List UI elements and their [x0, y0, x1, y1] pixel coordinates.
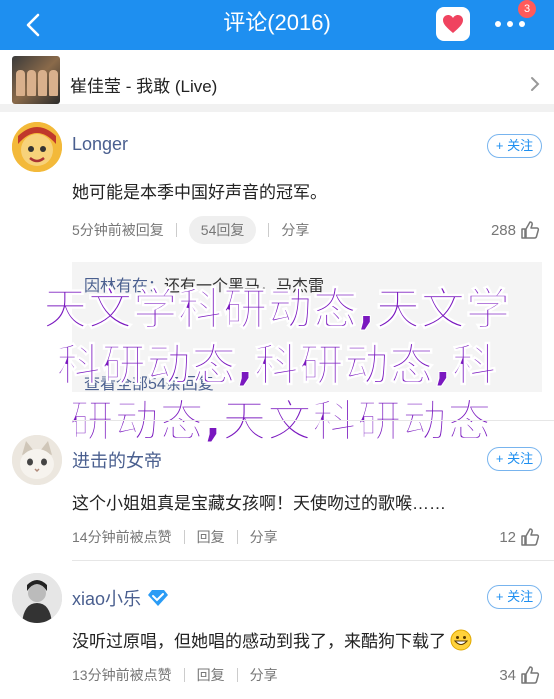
thumbs-up-icon [521, 528, 540, 546]
thumbs-up-icon [521, 221, 540, 239]
comment-text: 没听过原唱，但她唱的感动到我了，来酷狗下载了 [72, 627, 472, 652]
page-title: 评论(2016) [223, 10, 331, 35]
divider [236, 668, 238, 682]
follow-button[interactable]: + 关注 [487, 447, 542, 471]
like-button[interactable]: 12 [499, 527, 540, 547]
avatar[interactable] [12, 573, 62, 623]
reply-line: 因林有在：还有一个黑马，马杰雷 [84, 272, 324, 296]
like-button[interactable]: 34 [499, 665, 540, 685]
album-cover [12, 56, 60, 104]
reply-button[interactable]: 54回复 [188, 216, 257, 244]
notification-badge: 3 [518, 0, 536, 18]
reply-text: 还有一个黑马，马杰雷 [164, 278, 325, 295]
comment-time: 5分钟前被回复 [72, 222, 164, 238]
avatar[interactable] [12, 435, 62, 485]
heart-icon [443, 15, 463, 33]
follow-button[interactable]: + 关注 [487, 585, 542, 609]
like-button[interactable]: 288 [491, 220, 540, 240]
comment-meta: 5分钟前被回复 54回复 分享 [72, 216, 309, 244]
grinning-emoji-icon [450, 629, 472, 650]
favorite-button[interactable] [436, 7, 470, 41]
comment-item: xiao小乐 + 关注 没听过原唱，但她唱的感动到我了，来酷狗下载了 13分钟前… [0, 565, 554, 699]
thumbs-up-icon [521, 666, 540, 684]
username-text: xiao小乐 [72, 589, 142, 609]
comment-meta: 13分钟前被点赞 回复 分享 [72, 665, 278, 685]
verified-diamond-icon [148, 590, 169, 606]
person-avatar-icon [12, 573, 62, 623]
reply-preview[interactable]: 因林有在：还有一个黑马，马杰雷 查看全部54条回复 [72, 262, 542, 394]
comment-meta: 14分钟前被点赞 回复 分享 [72, 527, 278, 547]
like-count: 34 [499, 666, 516, 684]
username[interactable]: 进击的女帝 [72, 447, 162, 473]
more-dots-icon [495, 21, 525, 27]
username[interactable]: Longer [72, 134, 128, 155]
share-button[interactable]: 分享 [250, 527, 278, 547]
divider [183, 530, 185, 544]
song-title: 崔佳莹 - 我敢 (Live) [70, 77, 218, 96]
reply-button[interactable]: 回复 [197, 527, 225, 547]
comment-text-content: 没听过原唱，但她唱的感动到我了，来酷狗下载了 [72, 632, 446, 651]
divider [72, 420, 554, 421]
share-button[interactable]: 分享 [250, 665, 278, 685]
reply-username[interactable]: 因林有在： [84, 278, 164, 295]
reply-button[interactable]: 回复 [197, 665, 225, 685]
username[interactable]: xiao小乐 [72, 585, 169, 611]
divider [268, 223, 270, 237]
follow-button[interactable]: + 关注 [487, 134, 542, 158]
avatar[interactable] [12, 122, 62, 172]
like-count: 12 [499, 528, 516, 546]
top-bar: 评论(2016) 3 [0, 0, 554, 50]
share-button[interactable]: 分享 [281, 220, 309, 240]
like-count: 288 [490, 221, 516, 239]
song-row[interactable]: 崔佳莹 - 我敢 (Live) [0, 50, 554, 112]
chevron-right-icon [531, 77, 540, 91]
cartoon-avatar-icon [12, 122, 62, 172]
view-all-replies-link[interactable]: 查看全部54条回复 [84, 370, 214, 394]
divider [236, 530, 238, 544]
comment-time: 13分钟前被点赞 [72, 667, 172, 683]
comment-item: 进击的女帝 + 关注 这个小姐姐真是宝藏女孩啊！天使吻过的歌喉…… 14分钟前被… [0, 425, 554, 565]
divider [175, 223, 177, 237]
divider [72, 560, 554, 561]
comment-text: 这个小姐姐真是宝藏女孩啊！天使吻过的歌喉…… [72, 494, 446, 513]
comment-text: 她可能是本季中国好声音的冠军。 [72, 183, 327, 202]
divider [183, 668, 185, 682]
cat-avatar-icon [12, 435, 62, 485]
comment-time: 14分钟前被点赞 [72, 529, 172, 545]
